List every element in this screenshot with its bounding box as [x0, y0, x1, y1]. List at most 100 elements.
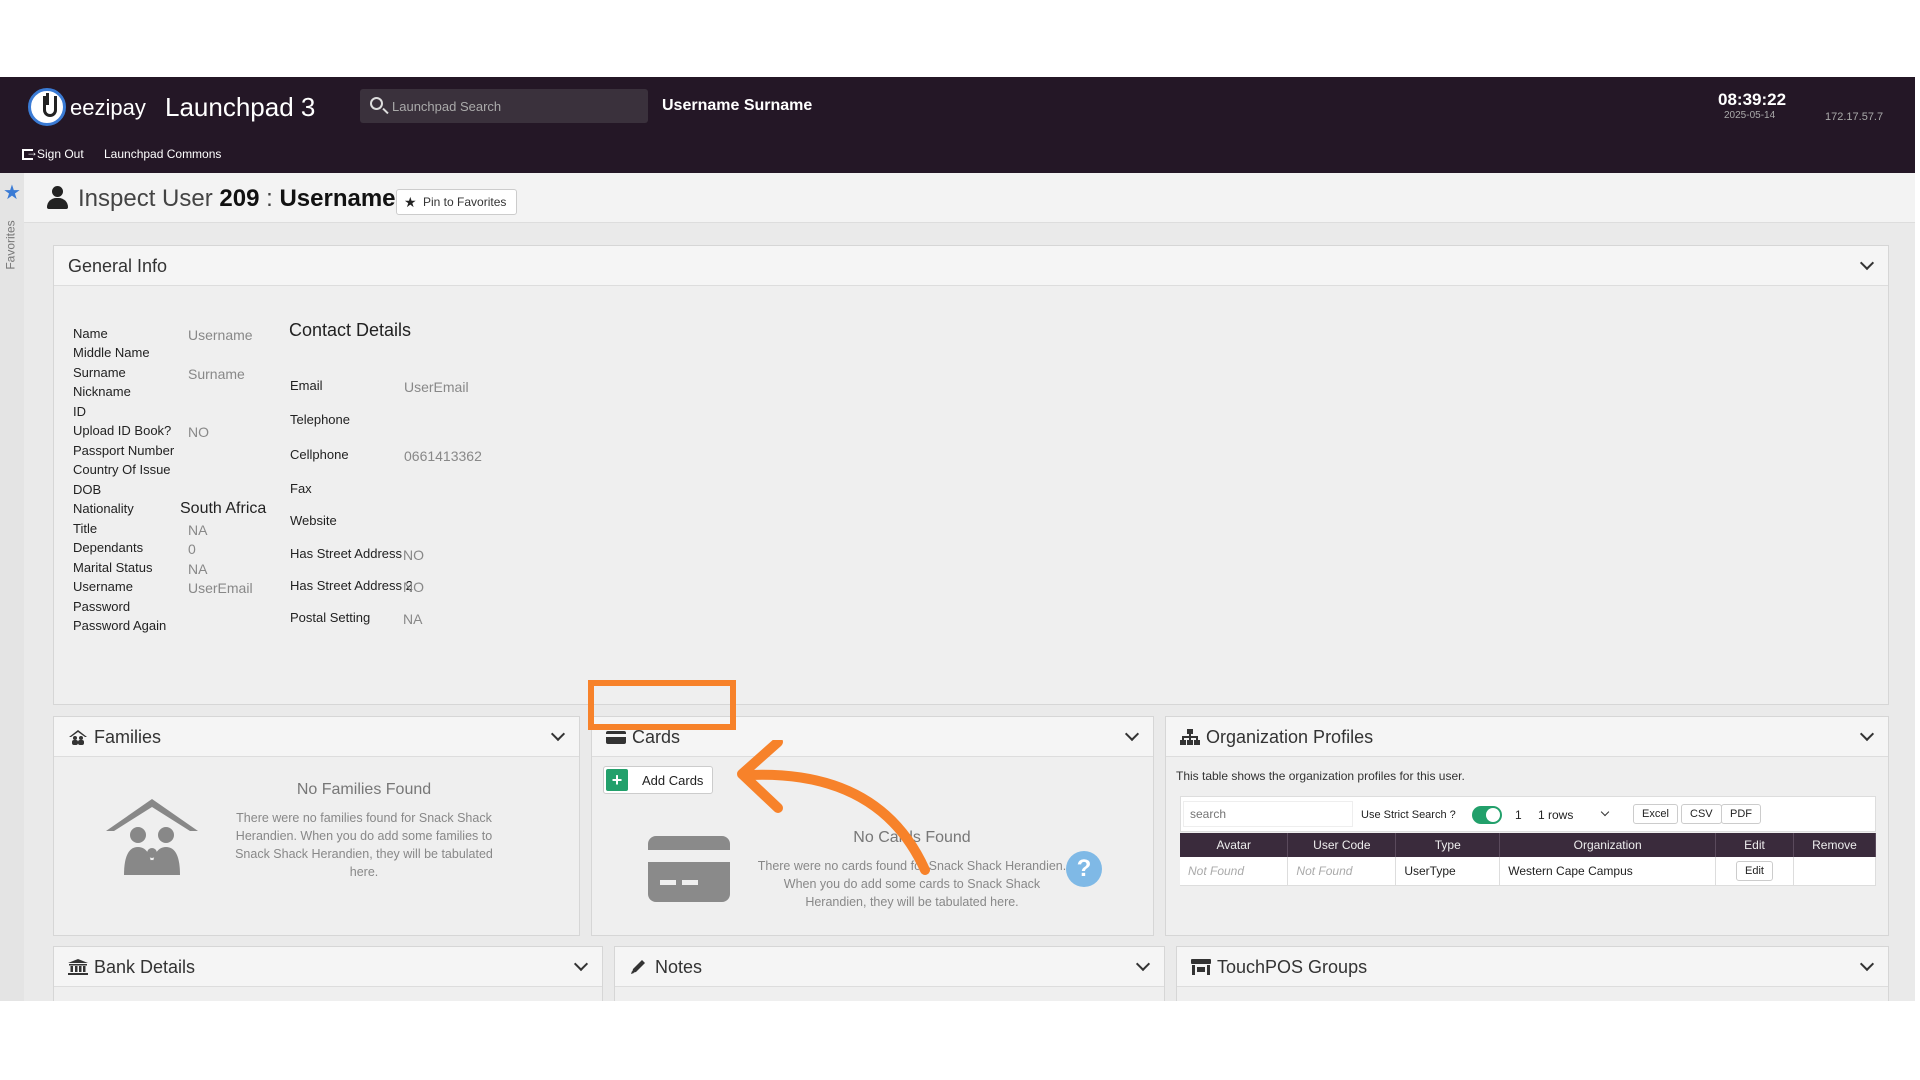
- chevron-down-icon[interactable]: [573, 956, 589, 972]
- organization-profiles-panel: Organization Profiles This table shows t…: [1165, 716, 1889, 936]
- contact-value: 0661413362: [404, 448, 482, 464]
- families-empty-icon: [104, 797, 200, 877]
- chevron-down-icon[interactable]: [1859, 956, 1875, 972]
- field-value: NA: [188, 522, 208, 538]
- cell-type: UserType: [1395, 857, 1501, 886]
- contact-label: Cellphone: [290, 447, 349, 462]
- chevron-down-icon[interactable]: [1859, 726, 1875, 742]
- cards-title-wrap: Cards: [606, 727, 680, 748]
- touchpos-title-wrap: TouchPOS Groups: [1191, 957, 1367, 978]
- field-label: Password Again: [73, 618, 167, 633]
- col-avatar[interactable]: Avatar: [1180, 833, 1289, 857]
- field-label: DOB: [73, 482, 102, 497]
- touchpos-title: TouchPOS Groups: [1217, 957, 1368, 977]
- launchpad-commons-link[interactable]: Launchpad Commons: [104, 147, 221, 161]
- pencil-icon: [629, 959, 649, 975]
- search-icon: [370, 97, 383, 110]
- field-label: Marital Status: [73, 560, 153, 575]
- bank-title: Bank Details: [94, 957, 196, 977]
- general-info-header[interactable]: General Info: [54, 246, 1888, 286]
- contact-label: Has Street Address: [290, 546, 402, 561]
- general-info-panel: General Info Name Username Middle Name Surn…: [53, 245, 1889, 705]
- sitemap-icon: [1180, 729, 1200, 745]
- table-row: Not Found Not Found UserType Western Cap…: [1180, 857, 1877, 886]
- rows-select-value: 1 rows: [1538, 808, 1574, 822]
- bank-details-panel: Bank Details: [53, 946, 603, 1001]
- notes-header[interactable]: Notes: [615, 947, 1164, 987]
- field-label: Surname: [73, 365, 126, 380]
- families-header[interactable]: Families: [54, 717, 579, 757]
- contact-value: NA: [403, 611, 423, 627]
- col-organization[interactable]: Organization: [1499, 833, 1717, 857]
- org-description: This table shows the organization profil…: [1176, 769, 1465, 783]
- sign-out-link[interactable]: Sign Out: [22, 145, 84, 161]
- export-pdf-button[interactable]: PDF: [1721, 804, 1761, 824]
- field-label: Passport Number: [73, 443, 175, 458]
- strict-search-toggle[interactable]: [1472, 806, 1502, 824]
- field-value: NA: [188, 561, 208, 577]
- help-icon[interactable]: ?: [1066, 851, 1102, 887]
- field-label: Country Of Issue: [73, 462, 171, 477]
- families-title-wrap: Families: [68, 727, 161, 748]
- org-profiles-table: Avatar User Code Type Organization Edit …: [1180, 833, 1877, 886]
- clock-date: 2025-05-14: [1724, 110, 1776, 121]
- ip-address: 172.17.57.7: [1825, 111, 1884, 123]
- org-search-input[interactable]: [1183, 801, 1353, 827]
- sign-out-icon: [22, 145, 38, 160]
- families-empty-title: No Families Found: [296, 781, 432, 798]
- top-bar: eezipay Launchpad 3 Username Surname 08:…: [0, 77, 1915, 173]
- families-panel: Families No Families Found There were no…: [53, 716, 580, 936]
- page-number[interactable]: 1: [1515, 808, 1522, 822]
- chevron-down-icon[interactable]: [1124, 726, 1140, 742]
- families-empty-text: There were no families found for Snack S…: [235, 811, 493, 879]
- page-title-prefix: Inspect User: [78, 185, 213, 212]
- contact-details-title: Contact Details: [289, 320, 412, 340]
- store-icon: [1191, 959, 1211, 975]
- export-excel-button[interactable]: Excel: [1633, 804, 1678, 824]
- card-empty-icon: [648, 836, 730, 902]
- favorites-label[interactable]: Favorites: [4, 220, 18, 269]
- brand-name: eezipay: [70, 95, 146, 120]
- favorites-rail[interactable]: ★ Favorites: [0, 173, 24, 1001]
- contact-label: Fax: [290, 481, 312, 496]
- add-cards-label: Add Cards: [642, 773, 704, 788]
- col-user-code[interactable]: User Code: [1287, 833, 1397, 857]
- bank-details-header[interactable]: Bank Details: [54, 947, 602, 987]
- favorites-star-icon[interactable]: ★: [3, 180, 21, 205]
- edit-button[interactable]: Edit: [1736, 860, 1773, 881]
- export-csv-button[interactable]: CSV: [1681, 804, 1722, 824]
- org-title: Organization Profiles: [1206, 727, 1374, 747]
- star-icon: ★: [404, 194, 417, 210]
- general-info-title: General Info: [68, 256, 168, 276]
- launchpad-search-input[interactable]: [392, 95, 637, 117]
- col-type[interactable]: Type: [1395, 833, 1501, 857]
- chevron-down-icon[interactable]: [1859, 255, 1875, 271]
- contact-value: NO: [403, 579, 424, 595]
- field-label: Dependants: [73, 540, 144, 555]
- cell-user-code: Not Found: [1287, 857, 1397, 886]
- app-screen: eezipay Launchpad 3 Username Surname 08:…: [0, 77, 1915, 1001]
- app-title: Launchpad 3: [165, 92, 316, 122]
- contact-label: Telephone: [290, 412, 350, 427]
- annotation-highlight-box: [588, 680, 736, 730]
- contact-label: Has Street Address 2: [290, 578, 413, 593]
- col-edit[interactable]: Edit: [1715, 833, 1794, 857]
- sign-out-label: Sign Out: [37, 147, 84, 161]
- rows-select[interactable]: 1 rows: [1536, 804, 1612, 826]
- current-user-name[interactable]: Username Surname: [662, 97, 812, 115]
- field-value: 0: [188, 541, 196, 557]
- cards-title: Cards: [632, 727, 681, 747]
- launchpad-search[interactable]: [360, 89, 648, 123]
- power-logo-icon: [28, 88, 66, 126]
- annotation-arrow-icon: [737, 740, 930, 875]
- organization-profiles-header[interactable]: Organization Profiles: [1166, 717, 1888, 757]
- pin-to-favorites-button[interactable]: ★ Pin to Favorites: [396, 189, 518, 215]
- chevron-down-icon[interactable]: [1135, 956, 1151, 972]
- chevron-down-icon[interactable]: [550, 726, 566, 742]
- col-remove[interactable]: Remove: [1793, 833, 1877, 857]
- contact-label: Postal Setting: [290, 610, 371, 625]
- touchpos-groups-header[interactable]: TouchPOS Groups: [1177, 947, 1888, 987]
- cell-remove: [1793, 857, 1877, 886]
- bank-title-wrap: Bank Details: [68, 957, 195, 978]
- add-cards-button[interactable]: + Add Cards: [603, 766, 713, 794]
